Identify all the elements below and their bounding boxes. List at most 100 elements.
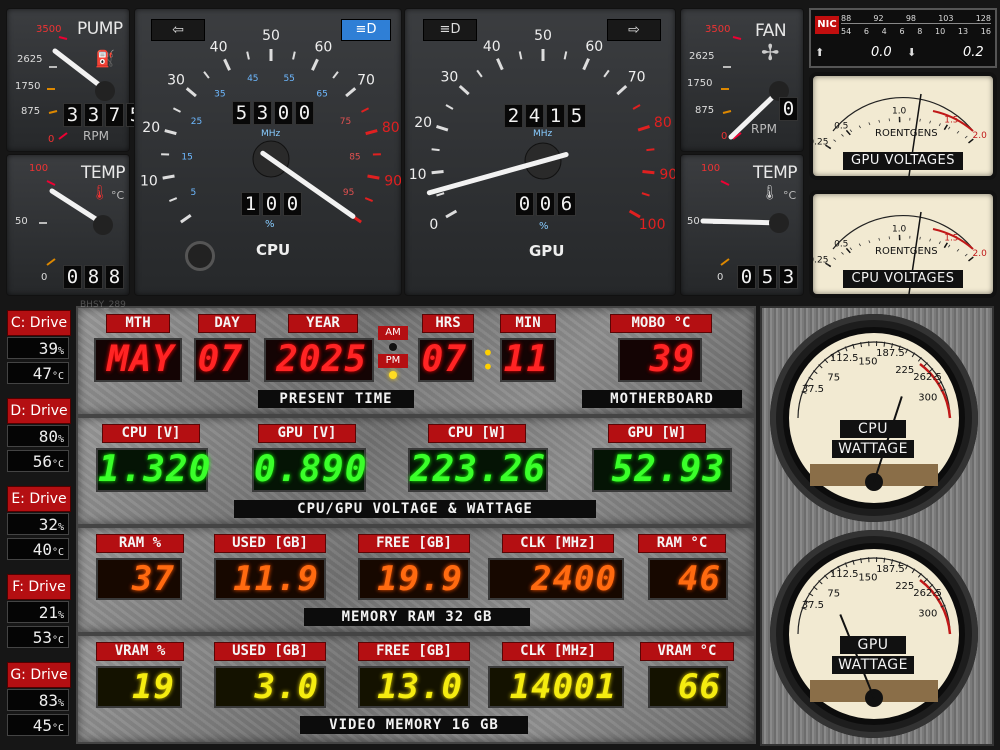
wattage-scale-label: 112.5	[830, 569, 859, 580]
gpu-load-digit: 0	[536, 192, 555, 216]
wattage-scale-label: 300	[918, 392, 937, 403]
drive-label: D: Drive	[7, 398, 71, 424]
vu-minor-tick	[878, 119, 881, 123]
cpu-dial-inner-label: 65	[316, 89, 327, 99]
wattage-scale-label: 37.5	[802, 384, 824, 395]
wattage-scale-label: 37.5	[802, 600, 824, 611]
nic-top-scale-label: 98	[905, 14, 916, 23]
nic-label: NIC	[815, 16, 839, 34]
ram-percent-label: RAM %	[96, 534, 184, 553]
cpu-dial-tick	[361, 107, 370, 113]
cpu-dial-tick	[365, 129, 378, 136]
pump-tick: 0	[48, 134, 55, 145]
cpu-dial-inner-label: 45	[247, 74, 258, 84]
drive-usage: 80%	[7, 425, 69, 447]
gpu-wattage-display: 52.93	[592, 448, 732, 492]
drive-usage: 21%	[7, 601, 69, 623]
cpu-voltage-label: CPU [V]	[102, 424, 200, 443]
gpu-dial-label: 40	[483, 39, 501, 55]
vram-used-display: 3.0	[214, 666, 326, 708]
gpu-dial-label: 80	[654, 115, 672, 131]
fan-gauge: FAN ✢ 3500 2625 1750 875 0 0 RPM	[680, 8, 804, 152]
present-time-banner: PRESENT TIME	[258, 390, 414, 408]
mobo-temp-display: 39	[618, 338, 702, 382]
motherboard-banner: MOTHERBOARD	[582, 390, 742, 408]
ram-banner: MEMORY RAM 32 GB	[304, 608, 530, 626]
hours-display: 07	[418, 338, 474, 382]
cpu-wattage-label: CPU [W]	[428, 424, 526, 443]
ram-temp-label: RAM °C	[638, 534, 726, 553]
nic-download-value: 0.2	[963, 45, 984, 60]
gpu-dial-tick	[641, 192, 650, 197]
drive-temp-value: 47	[32, 364, 52, 383]
cpu-dial-inner-label: 35	[214, 89, 225, 99]
gpu-dial-tick	[646, 148, 655, 152]
cpu-dial-inner-label: 55	[283, 74, 294, 84]
drive-temperature: 56°C	[7, 450, 69, 472]
wattage-scale-label: 262.5	[913, 372, 942, 383]
wattage-tick	[883, 341, 886, 347]
wattage-scale-label: 112.5	[830, 353, 859, 364]
gpu-dial-tick	[563, 51, 568, 60]
wattage-tick	[883, 557, 886, 563]
ram-free-label: FREE [GB]	[358, 534, 470, 553]
cpu-load-digit: 0	[283, 192, 302, 216]
vu-minor-tick	[919, 236, 921, 240]
vu-tick	[943, 124, 948, 131]
gpu-dial-label: 100	[639, 217, 666, 233]
temp-left-readout: 088	[63, 265, 124, 289]
gpu-voltages-unit: ROENTGENS	[875, 128, 938, 139]
vu-scale-label: 1.0	[892, 107, 907, 117]
vu-minor-tick	[929, 238, 931, 242]
gpu-dial-label: 90	[659, 167, 675, 183]
vu-minor-tick	[849, 247, 853, 251]
gpu-dial-label: 10	[409, 167, 427, 183]
nic-bottom-scale-label: 13	[957, 27, 969, 36]
cpu-dial-tick	[345, 87, 357, 98]
wattage-scale-label: 75	[827, 588, 840, 599]
vram-percent-display: 19	[96, 666, 182, 708]
cpu-dial-label: 80	[382, 120, 400, 136]
pump-digit: 7	[105, 103, 124, 127]
vram-banner: VIDEO MEMORY 16 GB	[300, 716, 528, 734]
vu-minor-tick	[929, 120, 931, 124]
cpu-dial-label: 40	[210, 40, 228, 56]
pump-digit: 3	[63, 103, 82, 127]
drive-temperature: 47°C	[7, 362, 69, 384]
drive-usage-unit: %	[57, 434, 64, 445]
temp-left-tick: 100	[29, 163, 49, 174]
gpu-dial-label: 30	[440, 70, 458, 86]
cpu-voltages-label: CPU VOLTAGES	[843, 270, 963, 288]
vram-temp-display: 66	[648, 666, 728, 708]
temp-left-tick: 0	[41, 272, 48, 283]
ram-clock-display: 2400	[488, 558, 624, 600]
drive-temp-value: 45	[32, 716, 52, 735]
fan-rpm-readout: 0	[779, 97, 798, 121]
pump-digit: 3	[84, 103, 103, 127]
nic-top-scale-label: 88	[841, 14, 852, 23]
year-display: 2025	[264, 338, 374, 382]
reset-knob-icon[interactable]	[185, 241, 215, 271]
cpu-wattage-display: 223.26	[408, 448, 548, 492]
gpu-clock-digit: 4	[525, 104, 544, 128]
gpu-clock-unit: MHz	[533, 129, 553, 139]
cpu-dial-tick	[164, 129, 177, 136]
vu-scale-label: 1.0	[892, 225, 907, 235]
gpu-dial-tick	[642, 169, 655, 175]
drive-usage: 32%	[7, 513, 69, 535]
drive-usage-value: 83	[38, 691, 58, 710]
vu-minor-tick	[964, 135, 968, 139]
fan-digit: 0	[779, 97, 798, 121]
cpu-dial-tick	[168, 197, 178, 203]
cpu-dial-tick	[203, 71, 210, 79]
cpu-dial-tick	[185, 87, 197, 98]
wattage-scale-label: 262.5	[913, 588, 942, 599]
vu-minor-tick	[833, 139, 837, 142]
present-time-panel: MTH DAY YEAR HRS MIN MOBO °C MAY 07 2025…	[76, 306, 756, 416]
gpu-load-readout: 006	[515, 192, 576, 216]
cpu-dial-tick	[162, 174, 175, 180]
cpu-clock-digit: 0	[274, 101, 293, 125]
vu-minor-tick	[956, 130, 960, 134]
vu-minor-tick	[841, 134, 844, 137]
cpu-wattage-label2: WATTAGE	[832, 440, 914, 458]
